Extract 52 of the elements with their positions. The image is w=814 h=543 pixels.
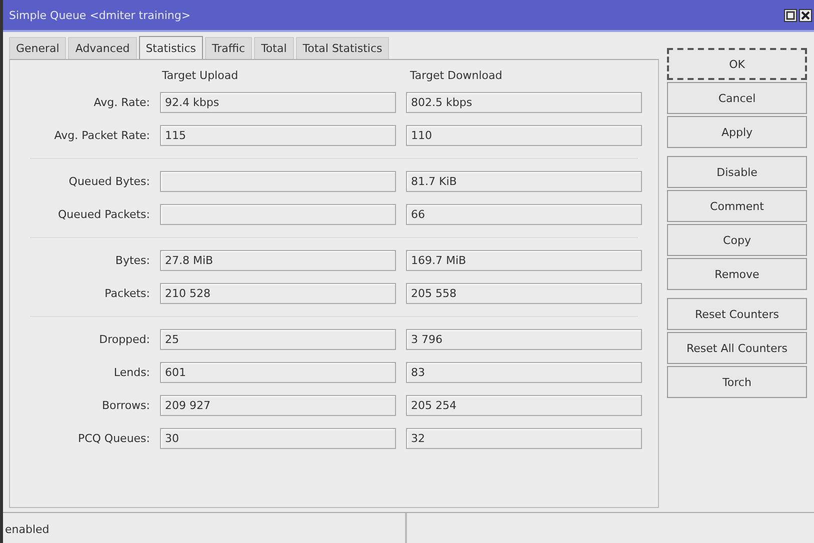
- dialog-button[interactable]: Apply: [667, 116, 807, 148]
- dialog-button[interactable]: Comment: [667, 190, 807, 222]
- upload-field[interactable]: 115: [160, 125, 396, 146]
- download-field[interactable]: 81.7 KiB: [406, 171, 642, 192]
- upload-field[interactable]: [160, 204, 396, 225]
- field-label: Bytes:: [114, 254, 150, 267]
- dialog-button[interactable]: OK: [667, 48, 807, 80]
- field-label: PCQ Queues:: [76, 432, 150, 445]
- field-label: Avg. Packet Rate:: [53, 129, 150, 142]
- download-field[interactable]: 205 558: [406, 283, 642, 304]
- download-field[interactable]: 802.5 kbps: [406, 92, 642, 113]
- upload-field[interactable]: [160, 171, 396, 192]
- field-label: Avg. Rate:: [92, 96, 150, 109]
- dialog-button[interactable]: Remove: [667, 258, 807, 290]
- upload-field[interactable]: 209 927: [160, 395, 396, 416]
- field-label: Lends:: [112, 366, 150, 379]
- download-field[interactable]: 32: [406, 428, 642, 449]
- tab[interactable]: Total Statistics: [296, 37, 390, 59]
- upload-field[interactable]: 27.8 MiB: [160, 250, 396, 271]
- dialog-button[interactable]: Reset All Counters: [667, 332, 807, 364]
- status-text: enabled: [3, 513, 407, 543]
- field-label: Queued Bytes:: [68, 175, 150, 188]
- field-label: Packets:: [104, 287, 150, 300]
- download-field[interactable]: 83: [406, 362, 642, 383]
- upload-field[interactable]: 601: [160, 362, 396, 383]
- download-field[interactable]: 205 254: [406, 395, 642, 416]
- download-field[interactable]: 66: [406, 204, 642, 225]
- dialog-button[interactable]: Torch: [667, 366, 807, 398]
- download-field[interactable]: 3 796: [406, 329, 642, 350]
- field-label: Borrows:: [100, 399, 150, 412]
- download-field[interactable]: 169.7 MiB: [406, 250, 642, 271]
- window-title: Simple Queue <dmiter training>: [9, 8, 191, 22]
- dialog-button[interactable]: Reset Counters: [667, 298, 807, 330]
- tab[interactable]: Advanced: [68, 37, 137, 59]
- download-field[interactable]: 110: [406, 125, 642, 146]
- dialog-button[interactable]: Cancel: [667, 82, 807, 114]
- dialog-button[interactable]: Copy: [667, 224, 807, 256]
- column-header: Target Download: [409, 68, 504, 82]
- column-header: Target Upload: [161, 68, 240, 82]
- upload-field[interactable]: 210 528: [160, 283, 396, 304]
- upload-field[interactable]: 92.4 kbps: [160, 92, 396, 113]
- upload-field[interactable]: 25: [160, 329, 396, 350]
- tab[interactable]: Statistics: [138, 36, 203, 59]
- tab[interactable]: Traffic: [205, 37, 252, 59]
- field-label: Queued Packets:: [56, 208, 150, 221]
- dialog-button[interactable]: Disable: [667, 156, 807, 188]
- maximize-icon[interactable]: [784, 8, 797, 22]
- tab[interactable]: Total: [254, 37, 294, 59]
- upload-field[interactable]: 30: [160, 428, 396, 449]
- field-label: Dropped:: [98, 333, 150, 346]
- close-icon[interactable]: [799, 8, 812, 22]
- tab[interactable]: General: [9, 37, 66, 59]
